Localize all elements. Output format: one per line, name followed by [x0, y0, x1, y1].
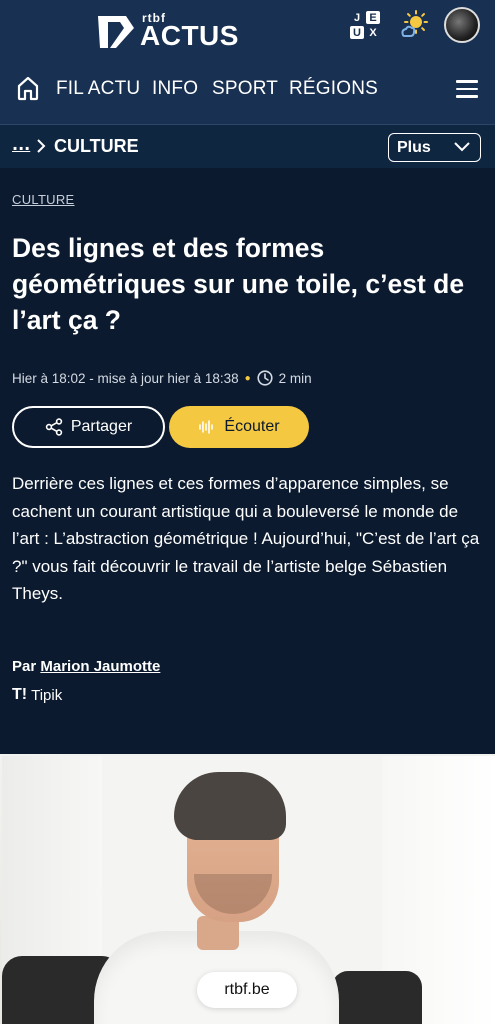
- jeux-letter: X: [369, 26, 377, 39]
- article-category-link[interactable]: CULTURE: [12, 192, 75, 207]
- byline-prefix: Par: [12, 658, 37, 675]
- nav-item-regions[interactable]: RÉGIONS: [289, 78, 378, 100]
- nav-item-fil-actu[interactable]: FIL ACTU: [56, 78, 140, 100]
- plus-label: Plus: [397, 138, 431, 156]
- chevron-down-icon: [454, 142, 470, 152]
- url-bar-pill[interactable]: rtbf.be: [197, 972, 297, 1008]
- jeux-letter: E: [366, 11, 380, 24]
- share-icon: [45, 418, 63, 436]
- share-label: Partager: [70, 418, 133, 435]
- source[interactable]: T! Tipik: [12, 686, 62, 704]
- byline: Par Marion Jaumotte: [12, 658, 160, 675]
- top-header: rtbf ACTUS J E U X FIL ACTU INFO SPORT R…: [0, 0, 495, 124]
- nav-item-sport[interactable]: SPORT: [212, 78, 278, 100]
- plus-dropdown-button[interactable]: Plus: [388, 133, 481, 162]
- chair: [332, 971, 422, 1024]
- audio-wave-icon: [199, 420, 214, 434]
- share-button[interactable]: Partager: [12, 406, 165, 448]
- jeux-letter: U: [350, 26, 364, 39]
- main-nav: FIL ACTU INFO SPORT RÉGIONS: [0, 70, 495, 110]
- jeux-icon[interactable]: J E U X: [350, 11, 380, 39]
- breadcrumb-current: CULTURE: [54, 136, 139, 156]
- jeux-letter: J: [353, 11, 361, 24]
- breadcrumb-ellipsis-link[interactable]: ...: [12, 135, 30, 154]
- rtbf-logo-mark-icon: [98, 16, 134, 48]
- tipik-logo-icon: T!: [12, 686, 28, 703]
- article-meta: Hier à 18:02 - mise à jour hier à 18:38 …: [12, 368, 312, 388]
- rtbf-actus-logo[interactable]: rtbf ACTUS: [96, 6, 246, 50]
- clock-icon: [257, 370, 273, 386]
- sun-cloud-icon[interactable]: [398, 10, 428, 40]
- article-title: Des lignes et des formes géométriques su…: [12, 233, 465, 335]
- article: CULTURE Des lignes et des formes géométr…: [0, 168, 495, 753]
- user-avatar[interactable]: [444, 7, 480, 43]
- reading-time: 2 min: [278, 370, 312, 386]
- publish-date: Hier à 18:02 - mise à jour hier à 18:38: [12, 370, 239, 386]
- breadcrumb: ... CULTURE Plus: [0, 124, 495, 168]
- article-video[interactable]: rtbf.be: [0, 753, 495, 1024]
- author-link[interactable]: Marion Jaumotte: [40, 658, 160, 675]
- listen-button[interactable]: Écouter: [169, 406, 309, 448]
- nav-item-info[interactable]: INFO: [152, 78, 198, 100]
- hamburger-menu-icon[interactable]: [456, 80, 478, 98]
- person-hair: [174, 772, 286, 840]
- meta-separator: ●: [244, 372, 251, 384]
- listen-label: Écouter: [224, 418, 280, 435]
- logo-big-text: ACTUS: [140, 20, 239, 51]
- home-icon[interactable]: [16, 75, 40, 101]
- chevron-right-icon: [37, 139, 46, 153]
- article-lead: Derrière ces lignes et ces formes d’appa…: [12, 474, 480, 603]
- source-name: Tipik: [31, 686, 63, 704]
